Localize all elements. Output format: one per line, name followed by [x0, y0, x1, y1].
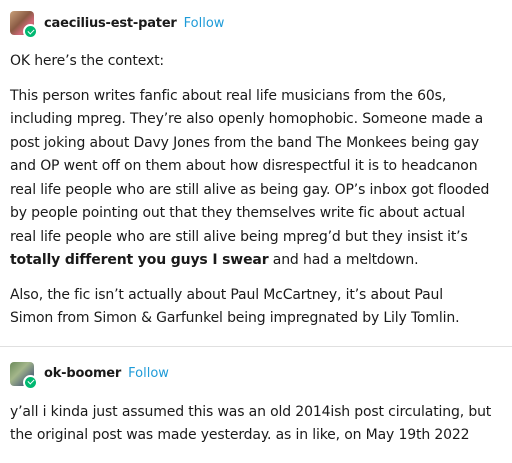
username[interactable]: caecilius-est-pater	[44, 16, 177, 31]
paragraph: Also, the fic isn’t actually about Paul …	[10, 286, 460, 327]
reblog-post-1: caecilius-est-pater Follow OK here’s the…	[0, 0, 512, 347]
bold-text: totally different you guys I swear	[10, 252, 269, 268]
avatar[interactable]	[10, 361, 38, 390]
paragraph: y’all i kinda just assumed this was an o…	[10, 403, 492, 444]
post-body: y’all i kinda just assumed this was an o…	[0, 401, 512, 448]
post-body: OK here’s the context: This person write…	[0, 50, 512, 331]
reblog-post-2: ok-boomer Follow y’all i kinda just assu…	[0, 347, 512, 448]
username[interactable]: ok-boomer	[44, 366, 121, 381]
paragraph: OK here’s the context:	[10, 53, 165, 69]
paragraph: This person writes fanfic about real lif…	[10, 87, 490, 269]
follow-button[interactable]: Follow	[184, 16, 225, 31]
avatar[interactable]	[10, 11, 38, 39]
post-header: caecilius-est-pater Follow	[0, 0, 512, 39]
follow-button[interactable]: Follow	[128, 366, 169, 381]
verified-check-icon	[23, 24, 38, 39]
post-header: ok-boomer Follow	[0, 347, 512, 390]
verified-check-icon	[23, 374, 38, 390]
